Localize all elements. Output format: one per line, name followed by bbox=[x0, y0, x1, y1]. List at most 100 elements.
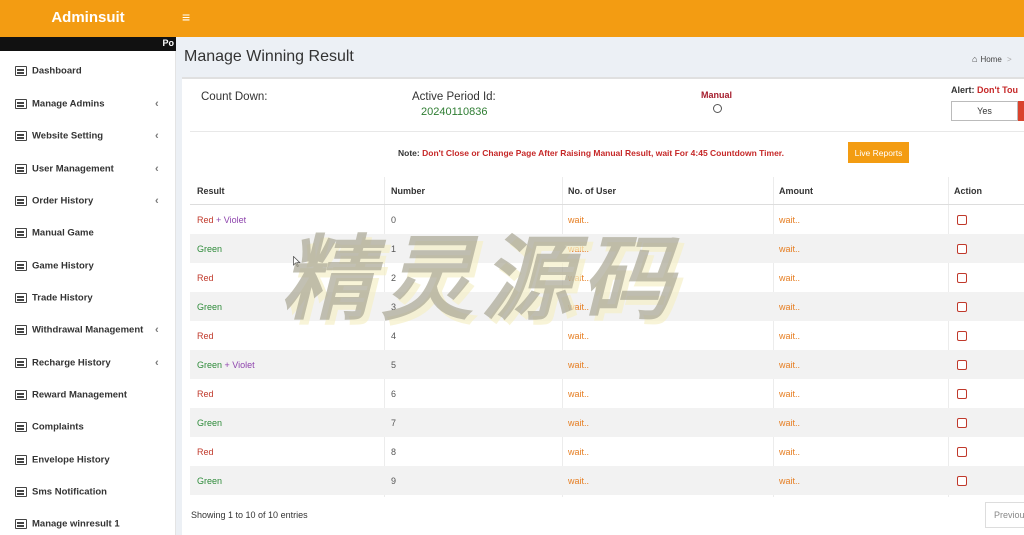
action-checkbox[interactable] bbox=[957, 243, 967, 254]
users-cell: wait.. bbox=[568, 359, 590, 370]
sidebar-item-game-history[interactable]: Game History bbox=[0, 251, 176, 281]
action-checkbox[interactable] bbox=[957, 214, 967, 225]
manual-label: Manual bbox=[701, 90, 733, 100]
divider bbox=[190, 131, 1024, 132]
previous-button[interactable]: Previou bbox=[985, 502, 1024, 528]
bars-icon[interactable]: ≡ bbox=[182, 9, 190, 25]
sidebar-item-website-setting[interactable]: Website Setting ‹ bbox=[0, 121, 176, 151]
action-checkbox[interactable] bbox=[957, 475, 967, 486]
result-primary: Red bbox=[197, 272, 214, 283]
amount-cell: wait.. bbox=[779, 214, 801, 225]
chevron-left-icon: ‹ bbox=[155, 195, 159, 207]
action-checkbox[interactable] bbox=[957, 301, 967, 312]
amount-cell: wait.. bbox=[779, 272, 801, 283]
sidebar-item-sms-notification[interactable]: Sms Notification bbox=[0, 477, 176, 507]
sidebar-item-label: Manual Game bbox=[32, 227, 94, 239]
table-row: Green + Violet 5 wait.. wait.. bbox=[190, 350, 1024, 379]
result-primary: Green bbox=[197, 243, 223, 254]
sidebar-item-label: Manage Admins bbox=[32, 98, 105, 110]
result-cell: Red bbox=[197, 273, 214, 283]
sidebar-item-manage-admins[interactable]: Manage Admins ‹ bbox=[0, 89, 176, 119]
breadcrumb-home[interactable]: Home bbox=[980, 55, 1001, 64]
active-period-value: 20240110836 bbox=[421, 106, 488, 118]
table-row: Red + Violet 0 wait.. wait.. bbox=[190, 205, 1024, 234]
result-cell: Green bbox=[197, 418, 222, 428]
alert-text: Don't Tou bbox=[977, 85, 1018, 95]
result-secondary: Violet bbox=[232, 359, 255, 370]
table-row: Green 1 wait.. wait.. bbox=[190, 234, 1024, 263]
no-button[interactable] bbox=[1018, 101, 1024, 121]
sidebar-item-withdrawal-management[interactable]: Withdrawal Management ‹ bbox=[0, 315, 176, 345]
number-cell: 3 bbox=[391, 301, 397, 312]
chevron-left-icon: ‹ bbox=[155, 163, 159, 175]
amount-cell: wait.. bbox=[779, 243, 801, 254]
result-primary: Red bbox=[197, 388, 214, 399]
amount-cell: wait.. bbox=[779, 330, 801, 341]
action-checkbox[interactable] bbox=[957, 417, 967, 428]
number-cell: 4 bbox=[391, 330, 397, 341]
result-cell: Red bbox=[197, 447, 214, 457]
action-checkbox[interactable] bbox=[957, 388, 967, 399]
action-checkbox[interactable] bbox=[957, 272, 967, 283]
manual-radio[interactable] bbox=[713, 104, 722, 113]
list-icon bbox=[15, 455, 27, 465]
list-icon bbox=[15, 99, 27, 109]
action-checkbox[interactable] bbox=[957, 446, 967, 457]
table-row: Green 3 wait.. wait.. bbox=[190, 292, 1024, 321]
list-icon bbox=[15, 487, 27, 497]
list-icon bbox=[15, 131, 27, 141]
list-icon bbox=[15, 261, 27, 271]
table-row: Red 8 wait.. wait.. bbox=[190, 437, 1024, 466]
number-cell: 6 bbox=[391, 388, 397, 399]
action-checkbox[interactable] bbox=[957, 330, 967, 341]
table-row: Red 4 wait.. wait.. bbox=[190, 321, 1024, 350]
column-header-number[interactable]: Number bbox=[391, 177, 425, 205]
sidebar-item-trade-history[interactable]: Trade History bbox=[0, 283, 176, 313]
sidebar-item-manage-winresult[interactable]: Manage winresult 1 bbox=[0, 509, 176, 535]
number-cell: 7 bbox=[391, 417, 397, 428]
sidebar-item-order-history[interactable]: Order History ‹ bbox=[0, 186, 176, 216]
sidebar-item-dashboard[interactable]: Dashboard bbox=[0, 56, 176, 86]
page-title: Manage Winning Result bbox=[184, 48, 354, 65]
users-cell: wait.. bbox=[568, 214, 590, 225]
users-cell: wait.. bbox=[568, 301, 590, 312]
result-cell: Green + Violet bbox=[197, 360, 255, 370]
sidebar-item-reward-management[interactable]: Reward Management bbox=[0, 380, 176, 410]
column-header-result[interactable]: Result bbox=[197, 177, 225, 205]
sidebar-item-label: Sms Notification bbox=[32, 486, 107, 498]
number-cell: 1 bbox=[391, 243, 397, 254]
result-cell: Green bbox=[197, 302, 222, 312]
note-prefix: Note: bbox=[398, 148, 420, 158]
sidebar-item-envelope-history[interactable]: Envelope History bbox=[0, 445, 176, 475]
brand-logo[interactable]: Adminsuit bbox=[0, 0, 176, 37]
sidebar-item-user-management[interactable]: User Management ‹ bbox=[0, 154, 176, 184]
yes-button[interactable]: Yes bbox=[951, 101, 1018, 121]
users-cell: wait.. bbox=[568, 388, 590, 399]
chevron-left-icon: ‹ bbox=[155, 324, 159, 336]
result-primary: Green bbox=[197, 417, 223, 428]
sidebar-item-complaints[interactable]: Complaints bbox=[0, 412, 176, 442]
result-cell: Green bbox=[197, 476, 222, 486]
column-header-amount[interactable]: Amount bbox=[779, 177, 813, 205]
table-info: Showing 1 to 10 of 10 entries bbox=[191, 510, 308, 520]
alert-prefix: Alert: bbox=[951, 85, 975, 95]
note-message: Don't Close or Change Page After Raising… bbox=[422, 148, 785, 158]
column-header-users[interactable]: No. of User bbox=[568, 177, 616, 205]
result-primary: Red bbox=[197, 214, 214, 225]
breadcrumb[interactable]: ⌂ Home > bbox=[972, 54, 1012, 64]
result-primary: Green bbox=[197, 475, 223, 486]
mouse-cursor-icon bbox=[293, 256, 301, 267]
sidebar-item-label: Order History bbox=[32, 195, 94, 207]
users-cell: wait.. bbox=[568, 243, 590, 254]
list-icon bbox=[15, 293, 27, 303]
sidebar-item-manual-game[interactable]: Manual Game bbox=[0, 218, 176, 248]
sidebar-item-recharge-history[interactable]: Recharge History ‹ bbox=[0, 348, 176, 378]
live-reports-button[interactable]: Live Reports bbox=[848, 142, 909, 163]
number-cell: 9 bbox=[391, 475, 397, 486]
chevron-left-icon: ‹ bbox=[155, 357, 159, 369]
column-header-action[interactable]: Action bbox=[954, 177, 982, 205]
sidebar: Dashboard Manage Admins ‹ Website Settin… bbox=[0, 51, 176, 535]
result-cell: Red bbox=[197, 389, 214, 399]
action-checkbox[interactable] bbox=[957, 359, 967, 370]
number-cell: 8 bbox=[391, 446, 397, 457]
